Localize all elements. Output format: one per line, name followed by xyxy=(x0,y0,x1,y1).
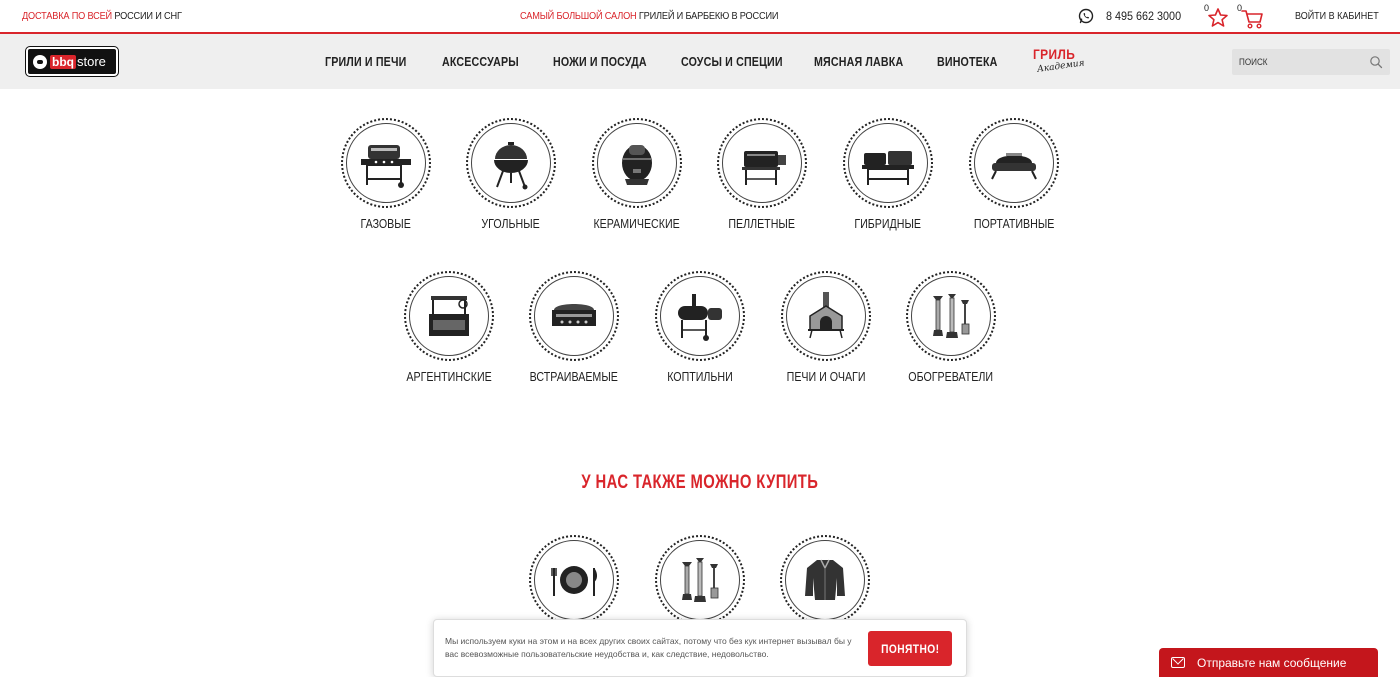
search-icon[interactable] xyxy=(1369,55,1383,69)
also-item-tableware[interactable] xyxy=(519,535,629,625)
category-ceramic[interactable]: КЕРАМИЧЕСКИЕ xyxy=(582,118,692,233)
cart-icon xyxy=(1241,10,1263,29)
category-smoker-label[interactable]: КОПТИЛЬНИ xyxy=(667,369,733,384)
category-heaters[interactable]: ОБОГРЕВАТЕЛИ xyxy=(896,271,1006,386)
search-input[interactable]: ПОИСК xyxy=(1239,57,1356,67)
category-smoker[interactable]: КОПТИЛЬНИ xyxy=(645,271,755,386)
envelope-icon xyxy=(1171,657,1185,668)
category-gas-label[interactable]: ГАЗОВЫЕ xyxy=(361,216,411,231)
jacket-icon xyxy=(805,559,845,600)
category-gas-circle[interactable] xyxy=(341,118,431,208)
category-heaters-label[interactable]: ОБОГРЕВАТЕЛИ xyxy=(909,369,994,384)
charcoal-kettle-grill-icon xyxy=(494,142,528,190)
tableware-icon xyxy=(551,566,597,596)
delivery-region[interactable]: РОССИИ И СНГ xyxy=(114,11,182,22)
category-gas[interactable]: ГАЗОВЫЕ xyxy=(331,118,441,233)
nav-grills-ovens[interactable]: ГРИЛИ И ПЕЧИ xyxy=(325,54,406,69)
pig-logo-icon xyxy=(33,54,47,69)
also-item-apparel-circle[interactable] xyxy=(780,535,870,625)
argentine-grill-icon xyxy=(429,296,469,336)
hybrid-grill-icon xyxy=(862,151,914,185)
cookie-banner: Мы используем куки на этом и на всех дру… xyxy=(433,619,967,677)
grill-academy-link[interactable]: ГРИЛЬ Академия xyxy=(1033,46,1085,77)
gas-grill-icon xyxy=(361,145,411,188)
category-pellet-circle[interactable] xyxy=(717,118,807,208)
category-portable[interactable]: ПОРТАТИВНЫЕ xyxy=(959,118,1069,233)
category-charcoal[interactable]: УГОЛЬНЫЕ xyxy=(456,118,566,233)
ceramic-egg-grill-icon xyxy=(622,145,652,185)
category-hybrid[interactable]: ГИБРИДНЫЕ xyxy=(833,118,943,233)
category-portable-label[interactable]: ПОРТАТИВНЫЕ xyxy=(974,216,1055,231)
chat-widget-button[interactable]: Отправьте нам сообщение xyxy=(1159,648,1378,677)
cookie-accept-button[interactable]: ПОНЯТНО! xyxy=(868,631,952,666)
category-charcoal-label[interactable]: УГОЛЬНЫЕ xyxy=(482,216,540,231)
phone-number[interactable]: 8 495 662 3000 xyxy=(1106,9,1181,23)
built-in-grill-icon xyxy=(552,304,596,326)
whatsapp-icon[interactable] xyxy=(1078,8,1094,24)
also-item-apparel[interactable] xyxy=(770,535,880,625)
category-argentine[interactable]: АРГЕНТИНСКИЕ xyxy=(394,271,504,386)
portable-grill-icon xyxy=(991,153,1037,180)
pellet-grill-icon xyxy=(742,151,786,185)
category-heaters-circle[interactable] xyxy=(906,271,996,361)
category-built-in-label[interactable]: ВСТРАИВАЕМЫЕ xyxy=(530,369,618,384)
nav-sauces-spices[interactable]: СОУСЫ И СПЕЦИИ xyxy=(681,54,783,69)
logo-bbq-text: bbq xyxy=(50,54,76,69)
cart-button[interactable]: 0 xyxy=(1237,3,1263,29)
smoker-icon xyxy=(678,294,722,341)
favorites-button[interactable]: 0 xyxy=(1204,3,1228,29)
cookie-text: Мы используем куки на этом и на всех дру… xyxy=(445,636,852,659)
salon-text: ГРИЛЕЙ И БАРБЕКЮ В РОССИИ xyxy=(638,11,779,22)
main-nav-bar: bbq store ГРИЛИ И ПЕЧИ АКСЕССУАРЫ НОЖИ И… xyxy=(0,34,1400,89)
salon-tagline: САМЫЙ БОЛЬШОЙ САЛОН ГРИЛЕЙ И БАРБЕКЮ В Р… xyxy=(520,11,779,22)
category-built-in-circle[interactable] xyxy=(529,271,619,361)
category-charcoal-circle[interactable] xyxy=(466,118,556,208)
logo-store-text: store xyxy=(77,54,106,69)
category-ovens-circle[interactable] xyxy=(781,271,871,361)
also-buy-title: У НАС ТАКЖЕ МОЖНО КУПИТЬ xyxy=(581,472,819,493)
category-pellet-label[interactable]: ПЕЛЛЕТНЫЕ xyxy=(729,216,796,231)
salon-highlight: САМЫЙ БОЛЬШОЙ САЛОН xyxy=(520,11,637,22)
category-smoker-circle[interactable] xyxy=(655,271,745,361)
category-hybrid-circle[interactable] xyxy=(843,118,933,208)
also-buy-heading: У НАС ТАКЖЕ МОЖНО КУПИТЬ xyxy=(0,472,1400,494)
bbqstore-logo[interactable]: bbq store xyxy=(25,46,119,77)
delivery-info[interactable]: ДОСТАВКА ПО ВСЕЙ РОССИИ И СНГ xyxy=(22,11,182,22)
patio-heater-icon xyxy=(933,294,970,338)
nav-knives-cookware[interactable]: НОЖИ И ПОСУДА xyxy=(553,54,647,69)
nav-meat-shop[interactable]: МЯСНАЯ ЛАВКА xyxy=(814,54,903,69)
star-icon xyxy=(1208,8,1228,27)
search-box[interactable]: ПОИСК xyxy=(1232,49,1390,75)
category-pellet[interactable]: ПЕЛЛЕТНЫЕ xyxy=(707,118,817,233)
academy-title: ГРИЛЬ xyxy=(1033,46,1076,62)
category-argentine-label[interactable]: АРГЕНТИНСКИЕ xyxy=(406,369,491,384)
category-built-in[interactable]: ВСТРАИВАЕМЫЕ xyxy=(519,271,629,386)
category-ceramic-label[interactable]: КЕРАМИЧЕСКИЕ xyxy=(594,216,680,231)
also-item-heater[interactable] xyxy=(645,535,755,625)
category-ovens[interactable]: ПЕЧИ И ОЧАГИ xyxy=(771,271,881,386)
category-portable-circle[interactable] xyxy=(969,118,1059,208)
also-item-heater-circle[interactable] xyxy=(655,535,745,625)
nav-wine[interactable]: ВИНОТЕКА xyxy=(937,54,998,69)
category-hybrid-label[interactable]: ГИБРИДНЫЕ xyxy=(855,216,922,231)
login-link[interactable]: ВОЙТИ В КАБИНЕТ xyxy=(1295,11,1379,22)
pizza-oven-icon xyxy=(808,292,844,339)
phone-block[interactable]: 8 495 662 3000 xyxy=(1078,8,1189,24)
chat-label: Отправьте нам сообщение xyxy=(1197,655,1347,670)
patio-heater-icon xyxy=(682,558,719,602)
category-argentine-circle[interactable] xyxy=(404,271,494,361)
category-ceramic-circle[interactable] xyxy=(592,118,682,208)
delivery-highlight[interactable]: ДОСТАВКА ПО ВСЕЙ xyxy=(22,11,112,22)
nav-accessories[interactable]: АКСЕССУАРЫ xyxy=(442,54,519,69)
also-item-tableware-circle[interactable] xyxy=(529,535,619,625)
top-bar: ДОСТАВКА ПО ВСЕЙ РОССИИ И СНГ САМЫЙ БОЛЬ… xyxy=(0,0,1400,34)
cookie-accept-label: ПОНЯТНО! xyxy=(880,641,940,656)
category-ovens-label[interactable]: ПЕЧИ И ОЧАГИ xyxy=(787,369,866,384)
